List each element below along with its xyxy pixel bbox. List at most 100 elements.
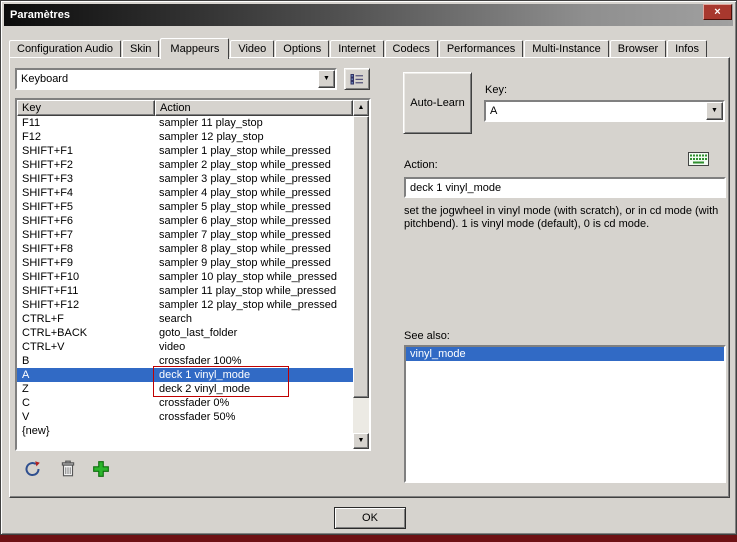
scroll-down-button[interactable]: ▼ [353,433,369,449]
table-row[interactable]: A deck 1 vinyl_mode [17,368,353,382]
table-row[interactable]: F11 sampler 11 play_stop [17,116,353,130]
scroll-up-button[interactable]: ▲ [353,100,369,116]
tab-label: Codecs [393,43,430,55]
table-row[interactable]: SHIFT+F4 sampler 4 play_stop while_press… [17,186,353,200]
table-row[interactable]: {new} [17,424,353,438]
auto-learn-button[interactable]: Auto-Learn [403,72,472,134]
mapping-rows: F11 sampler 11 play_stop F12 sampler 12 … [17,116,353,449]
tab[interactable]: Performances [439,40,523,58]
row-key-cell: SHIFT+F10 [17,270,155,284]
trash-icon [59,460,77,478]
tab-page-mappers: Keyboard ▼ Key Action [9,57,730,498]
tab[interactable]: Configuration Audio [9,40,121,58]
table-row[interactable]: SHIFT+F5 sampler 5 play_stop while_press… [17,200,353,214]
scrollbar-thumb[interactable] [353,116,369,398]
row-key-cell: SHIFT+F9 [17,256,155,270]
keyboard-button[interactable] [685,150,711,171]
table-row[interactable]: V crossfader 50% [17,410,353,424]
tab[interactable]: Video [230,40,274,58]
list-header: Key Action [17,100,353,116]
row-key-cell: SHIFT+F8 [17,242,155,256]
table-row[interactable]: SHIFT+F7 sampler 7 play_stop while_press… [17,228,353,242]
tab[interactable]: Mappeurs [160,38,229,59]
column-header-key[interactable]: Key [17,100,155,116]
action-description: set the jogwheel in vinyl mode (with scr… [404,205,728,231]
restore-default-button[interactable] [19,458,47,482]
scrollbar[interactable]: ▲ ▼ [353,100,369,449]
row-action-cell: sampler 11 play_stop while_pressed [155,284,353,298]
tab[interactable]: Multi-Instance [524,40,608,58]
tab-label: Mappeurs [170,43,219,55]
table-row[interactable]: SHIFT+F9 sampler 9 play_stop while_press… [17,256,353,270]
row-action-cell: deck 2 vinyl_mode [155,382,353,396]
row-action-cell: sampler 10 play_stop while_pressed [155,270,353,284]
see-also-label: See also: [404,330,450,343]
tab-label: Browser [618,43,658,55]
tab[interactable]: Browser [610,40,666,58]
mapper-list-button[interactable] [344,68,370,90]
list-item-label: vinyl_mode [410,348,466,360]
row-action-cell: crossfader 100% [155,354,353,368]
row-key-cell: C [17,396,155,410]
table-row[interactable]: SHIFT+F1 sampler 1 play_stop while_press… [17,144,353,158]
row-key-cell: Z [17,382,155,396]
tab[interactable]: Options [275,40,329,58]
table-row[interactable]: CTRL+V video [17,340,353,354]
table-row[interactable]: SHIFT+F3 sampler 3 play_stop while_press… [17,172,353,186]
add-button[interactable] [87,458,115,482]
tab[interactable]: Infos [667,40,707,58]
delete-button[interactable] [54,458,82,482]
list-item[interactable]: vinyl_mode [406,347,724,361]
ok-button[interactable]: OK [334,507,406,529]
tab[interactable]: Skin [122,40,159,58]
row-key-cell: F12 [17,130,155,144]
tab-label: Video [238,43,266,55]
key-select[interactable]: A ▼ [484,100,725,122]
tab-label: Configuration Audio [17,43,113,55]
tab-label: Infos [675,43,699,55]
row-action-cell: sampler 12 play_stop while_pressed [155,298,353,312]
tab[interactable]: Codecs [385,40,438,58]
dropdown-arrow-icon[interactable]: ▼ [318,70,335,88]
window-title: Paramètres [10,9,70,21]
column-header-action[interactable]: Action [155,100,353,116]
row-key-cell: {new} [17,424,155,438]
tab-label: Skin [130,43,151,55]
row-key-cell: A [17,368,155,382]
tab-label: Options [283,43,321,55]
row-key-cell: SHIFT+F12 [17,298,155,312]
table-row[interactable]: SHIFT+F11 sampler 11 play_stop while_pre… [17,284,353,298]
row-action-cell: sampler 2 play_stop while_pressed [155,158,353,172]
row-action-cell: sampler 8 play_stop while_pressed [155,242,353,256]
table-row[interactable]: C crossfader 0% [17,396,353,410]
row-action-cell: sampler 12 play_stop [155,130,353,144]
table-row[interactable]: B crossfader 100% [17,354,353,368]
table-row[interactable]: F12 sampler 12 play_stop [17,130,353,144]
action-input[interactable] [404,177,726,198]
mapping-list: Key Action F11 sampler 11 play_stop F12 … [15,98,371,451]
row-key-cell: SHIFT+F2 [17,158,155,172]
title-bar: Paramètres [4,4,733,26]
settings-dialog: Paramètres × Configuration Audio Skin Ma… [0,0,737,535]
table-row[interactable]: Z deck 2 vinyl_mode [17,382,353,396]
key-label: Key: [485,84,507,97]
row-action-cell: goto_last_folder [155,326,353,340]
table-row[interactable]: SHIFT+F2 sampler 2 play_stop while_press… [17,158,353,172]
scroll-up-icon: ▲ [358,104,365,111]
row-action-cell: sampler 3 play_stop while_pressed [155,172,353,186]
row-key-cell: SHIFT+F3 [17,172,155,186]
table-row[interactable]: SHIFT+F12 sampler 12 play_stop while_pre… [17,298,353,312]
see-also-list: vinyl_mode [404,345,726,483]
dropdown-arrow-icon[interactable]: ▼ [706,102,723,120]
table-row[interactable]: SHIFT+F8 sampler 8 play_stop while_press… [17,242,353,256]
table-row[interactable]: SHIFT+F6 sampler 6 play_stop while_press… [17,214,353,228]
add-icon [92,460,110,478]
close-button[interactable]: × [703,4,732,20]
table-row[interactable]: CTRL+F search [17,312,353,326]
tab[interactable]: Internet [330,40,383,58]
row-action-cell: sampler 6 play_stop while_pressed [155,214,353,228]
device-select[interactable]: Keyboard ▼ [15,68,337,90]
table-row[interactable]: SHIFT+F10 sampler 10 play_stop while_pre… [17,270,353,284]
table-row[interactable]: CTRL+BACK goto_last_folder [17,326,353,340]
row-key-cell: SHIFT+F6 [17,214,155,228]
